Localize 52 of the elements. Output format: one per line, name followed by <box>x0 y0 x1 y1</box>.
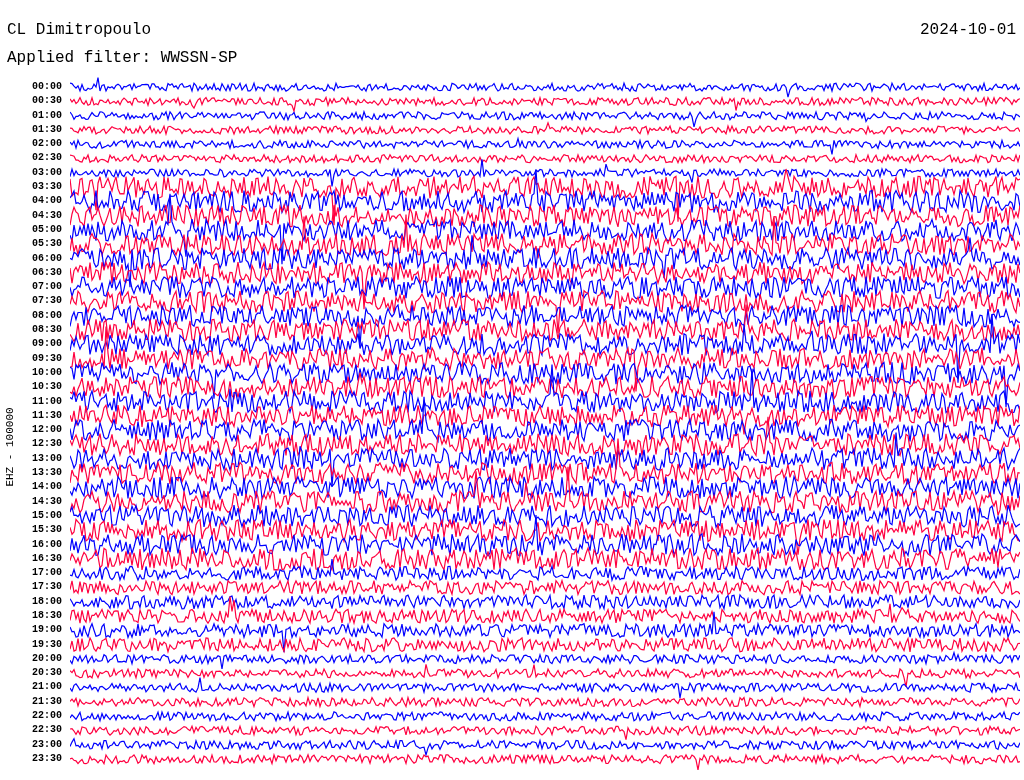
time-label: 11:00 <box>31 394 63 409</box>
time-label: 10:00 <box>31 365 63 380</box>
time-label: 12:30 <box>31 437 63 452</box>
date-label: 2024-10-01 <box>920 20 1016 41</box>
time-label: 15:00 <box>31 508 63 523</box>
time-label: 01:00 <box>31 108 63 123</box>
time-label: 14:00 <box>31 480 63 495</box>
time-label: 03:30 <box>31 180 63 195</box>
time-label: 18:00 <box>31 594 63 609</box>
time-label: 06:30 <box>31 265 63 280</box>
time-label: 21:30 <box>31 694 63 709</box>
time-label: 13:00 <box>31 451 63 466</box>
station-title: CL Dimitropoulo <box>7 20 152 41</box>
time-label: 14:30 <box>31 494 63 509</box>
time-label: 07:30 <box>31 294 63 309</box>
time-label: 03:00 <box>31 165 63 180</box>
time-label: 13:30 <box>31 466 63 480</box>
time-label: 00:00 <box>31 80 63 94</box>
time-label: 23:00 <box>31 737 63 752</box>
time-label: 22:30 <box>31 723 63 738</box>
time-label: 18:30 <box>31 609 63 623</box>
time-label: 09:00 <box>31 337 63 352</box>
time-label: 20:30 <box>31 666 63 681</box>
time-label: 16:30 <box>31 551 63 566</box>
time-label: 08:00 <box>31 308 63 323</box>
time-label: 17:30 <box>31 580 63 595</box>
time-label: 08:30 <box>31 323 63 338</box>
time-label: 04:00 <box>31 194 63 209</box>
time-label: 23:30 <box>31 751 63 766</box>
time-label: 07:00 <box>31 280 63 295</box>
time-label: 10:30 <box>31 380 63 395</box>
channel-label: EHZ - 100000 <box>4 406 16 489</box>
time-label: 06:00 <box>31 251 63 266</box>
time-label: 20:00 <box>31 651 63 666</box>
time-label: 02:00 <box>31 137 63 152</box>
time-label: 21:00 <box>31 680 63 695</box>
time-label: 19:30 <box>31 637 63 652</box>
time-label: 11:30 <box>31 408 63 423</box>
time-label: 19:00 <box>31 623 63 638</box>
time-label: 04:30 <box>31 208 63 223</box>
time-label: 15:30 <box>31 523 63 538</box>
time-label: 22:00 <box>31 709 63 724</box>
time-label: 16:00 <box>31 537 63 552</box>
time-label: 05:30 <box>31 237 63 252</box>
time-label: 12:00 <box>31 423 63 438</box>
time-label: 00:30 <box>31 94 63 109</box>
filter-label: Applied filter: WWSSN-SP <box>7 49 238 67</box>
time-label: 02:30 <box>31 151 63 166</box>
time-label: 01:30 <box>31 122 63 137</box>
time-label: 09:30 <box>31 351 63 366</box>
time-label: 05:00 <box>31 222 63 237</box>
time-label: 17:00 <box>31 566 63 581</box>
